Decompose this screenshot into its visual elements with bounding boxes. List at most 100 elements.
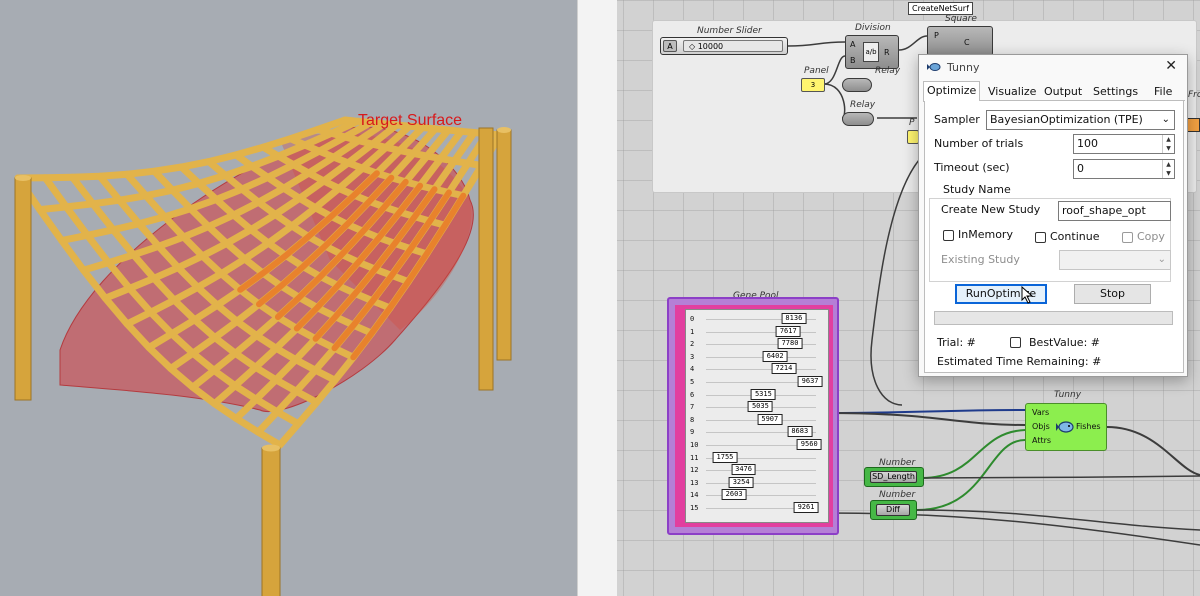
- gene-row[interactable]: 2 7780: [686, 338, 830, 350]
- gene-value[interactable]: 5035: [747, 401, 773, 413]
- gene-index: 2: [690, 340, 695, 349]
- trial-label: Trial: #: [937, 336, 976, 349]
- timeout-input[interactable]: 0 ▲ ▼: [1073, 159, 1175, 179]
- copy-label: Copy: [1137, 230, 1165, 243]
- gene-row[interactable]: 13 3254: [686, 476, 830, 489]
- dialog-titlebar[interactable]: Tunny ✕: [919, 55, 1187, 81]
- inmemory-checkbox[interactable]: [943, 230, 954, 241]
- gene-index: 1: [690, 327, 695, 336]
- create-new-value: roof_shape_opt: [1062, 204, 1146, 217]
- tunny-input-vars[interactable]: Vars: [1032, 408, 1049, 417]
- gene-index: 0: [690, 315, 695, 323]
- division-component[interactable]: A B a/b R: [845, 35, 899, 69]
- gene-pool-component[interactable]: 0 8136 1 7617 2 7780 3 6402 4 7214 5 9637 6 5315 7 5035…: [667, 297, 839, 535]
- gene-row[interactable]: 5 9637: [686, 376, 830, 388]
- gene-value[interactable]: 9637: [797, 376, 823, 387]
- trials-value: 100: [1077, 137, 1098, 150]
- division-input-b[interactable]: B: [850, 56, 856, 65]
- gene-value[interactable]: 5907: [757, 413, 783, 425]
- gene-index: 15: [690, 504, 699, 512]
- gene-row[interactable]: 10 9560: [686, 439, 830, 451]
- gene-value[interactable]: 7617: [775, 325, 801, 337]
- gene-track: [706, 369, 816, 371]
- gene-value[interactable]: 8683: [787, 426, 813, 438]
- division-input-a[interactable]: A: [850, 40, 855, 49]
- trials-spinner-icon[interactable]: ▲ ▼: [1162, 135, 1174, 153]
- gene-value[interactable]: 2603: [721, 489, 747, 501]
- gene-value[interactable]: 7214: [771, 363, 797, 375]
- gene-value[interactable]: 3254: [728, 476, 754, 488]
- tunny-input-attrs[interactable]: Attrs: [1032, 436, 1051, 445]
- tab-visualize[interactable]: Visualize: [985, 83, 1039, 101]
- gene-value[interactable]: 9560: [796, 439, 822, 450]
- relay-component-2[interactable]: [842, 112, 874, 126]
- number-title-2: Number: [879, 490, 916, 500]
- number-slider[interactable]: A ◇ 10000: [660, 37, 788, 55]
- gene-row[interactable]: 11 1755: [686, 451, 830, 464]
- gene-index: 7: [690, 403, 695, 412]
- gene-pool-sliders[interactable]: 0 8136 1 7617 2 7780 3 6402 4 7214 5 9637 6 5315 7 5035…: [685, 309, 829, 523]
- target-surface-label: Target Surface: [358, 112, 463, 129]
- panel-component[interactable]: 3: [801, 78, 825, 92]
- gene-value[interactable]: 5315: [750, 388, 776, 400]
- relay-component-1[interactable]: [842, 78, 872, 92]
- fish-icon: [1056, 421, 1074, 433]
- continue-checkbox[interactable]: [1035, 232, 1046, 243]
- bestvalue-checkbox[interactable]: [1010, 337, 1021, 348]
- gene-row[interactable]: 15 9261: [686, 502, 830, 514]
- gene-row[interactable]: 9 8683: [686, 426, 830, 438]
- tab-settings[interactable]: Settings: [1090, 83, 1141, 101]
- gene-row[interactable]: 3 6402: [686, 350, 830, 363]
- square-component[interactable]: P C: [927, 26, 993, 56]
- gene-value[interactable]: 7780: [777, 338, 803, 350]
- gene-value[interactable]: 9261: [793, 502, 819, 513]
- eta-label: Estimated Time Remaining: #: [937, 355, 1102, 368]
- gene-row[interactable]: 1 7617: [686, 325, 830, 338]
- close-icon[interactable]: ✕: [1165, 58, 1177, 74]
- study-name-label: Study Name: [940, 183, 1014, 196]
- stop-button[interactable]: Stop: [1074, 284, 1151, 304]
- rhino-viewport[interactable]: Target Surface: [0, 0, 577, 596]
- timeout-spinner-icon[interactable]: ▲ ▼: [1162, 160, 1174, 178]
- gene-row[interactable]: 0 8136: [686, 313, 830, 325]
- copy-checkbox[interactable]: [1122, 232, 1133, 243]
- tab-optimize[interactable]: Optimize: [923, 81, 981, 102]
- continue-label: Continue: [1050, 230, 1100, 243]
- create-new-input[interactable]: roof_shape_opt: [1058, 201, 1171, 221]
- progress-bar: [934, 311, 1173, 325]
- gene-track: [706, 482, 816, 484]
- dialog-tabs: Optimize Visualize Output Settings File: [923, 81, 1185, 102]
- division-output-r[interactable]: R: [884, 48, 890, 57]
- gene-row[interactable]: 7 5035: [686, 401, 830, 413]
- gene-value[interactable]: 1755: [712, 451, 738, 463]
- timeout-value: 0: [1077, 162, 1084, 175]
- gene-row[interactable]: 14 2603: [686, 489, 830, 501]
- trials-input[interactable]: 100 ▲ ▼: [1073, 134, 1175, 154]
- front-label: Fron: [1188, 90, 1200, 100]
- tunny-component[interactable]: Vars Objs Attrs Fishes: [1025, 403, 1107, 451]
- gene-value[interactable]: 3476: [731, 464, 756, 476]
- gene-row[interactable]: 6 5315: [686, 388, 830, 401]
- mouse-cursor-icon: [1021, 286, 1034, 304]
- existing-study-select[interactable]: ⌄: [1059, 250, 1171, 270]
- timeout-label: Timeout (sec): [934, 161, 1010, 174]
- gene-value[interactable]: 8136: [781, 313, 807, 324]
- number-param-diff[interactable]: Diff: [870, 500, 917, 520]
- existing-study-label: Existing Study: [941, 253, 1020, 266]
- square-input-p[interactable]: P: [934, 31, 939, 40]
- create-new-label: Create New Study: [941, 203, 1041, 216]
- square-output-c[interactable]: C: [964, 38, 970, 47]
- tunny-input-objs[interactable]: Objs: [1032, 422, 1050, 431]
- gene-value[interactable]: 6402: [762, 350, 788, 362]
- tunny-dialog[interactable]: Tunny ✕ Optimize Visualize Output Settin…: [918, 54, 1188, 377]
- tab-file[interactable]: File: [1151, 83, 1175, 101]
- tunny-output-fishes[interactable]: Fishes: [1076, 422, 1101, 431]
- sampler-select[interactable]: BayesianOptimization (TPE) ⌄: [986, 110, 1175, 130]
- gene-row[interactable]: 4 7214: [686, 363, 830, 375]
- panel-splitter[interactable]: [577, 0, 618, 596]
- gene-row[interactable]: 8 5907: [686, 413, 830, 426]
- gene-row[interactable]: 12 3476: [686, 464, 830, 476]
- number-param-sd-length[interactable]: SD_Length: [864, 467, 924, 487]
- slider-value[interactable]: ◇ 10000: [683, 40, 783, 52]
- tab-output[interactable]: Output: [1041, 83, 1085, 101]
